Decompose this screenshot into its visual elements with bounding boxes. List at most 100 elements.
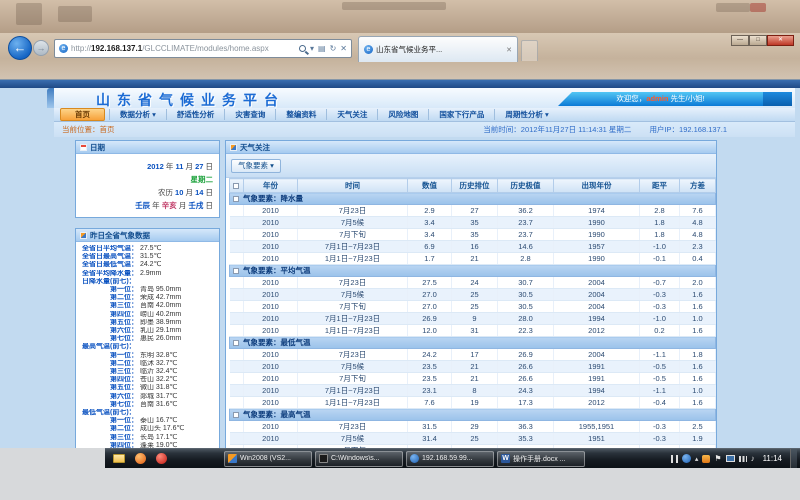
taskbar-button-cmd[interactable]: C:\Windows\s...	[315, 451, 403, 467]
taskbar[interactable]: Win2008 (VS2... C:\Windows\s... 192.168.59…	[105, 448, 800, 468]
show-desktop-button[interactable]	[790, 449, 797, 469]
nav-item[interactable]: 灾害查询	[224, 109, 275, 120]
table-row[interactable]: 20107月下旬23.52126.61991-0.51.6	[230, 373, 716, 385]
group-row[interactable]: 气象要素：降水量	[230, 193, 716, 205]
group-row[interactable]: 气象要素：平均气温	[230, 265, 716, 277]
row-gutter-cell	[230, 253, 244, 265]
desktop-icon-smudge	[58, 6, 92, 22]
taskbar-buttons: Win2008 (VS2... C:\Windows\s... 192.168.59…	[224, 451, 585, 467]
chevron-down-icon[interactable]: ▾	[310, 44, 314, 53]
weather-stat-label: 第五位：	[110, 384, 138, 391]
breadcrumb: 当前位置：首页	[62, 124, 115, 135]
group-row[interactable]: 气象要素：最高气温	[230, 409, 716, 421]
select-all-checkbox[interactable]	[233, 183, 239, 189]
taskbar-button-vm[interactable]: Win2008 (VS2...	[224, 451, 312, 467]
nav-item[interactable]: 风险地图	[377, 109, 428, 120]
minimize-button[interactable]: —	[731, 35, 749, 46]
taskbar-button-word[interactable]: W操作手册.docx ...	[497, 451, 585, 467]
table-row[interactable]: 20107月5候31.42535.31951-0.31.9	[230, 433, 716, 445]
group-checkbox[interactable]	[233, 268, 239, 274]
welcome-banner: 欢迎您，admin 先生/小姐!	[558, 92, 763, 106]
weather-stat-label: 第三位：	[110, 434, 138, 441]
caret-up-icon[interactable]: ▴	[695, 455, 699, 463]
nav-item[interactable]: 首页	[60, 108, 105, 121]
opera-icon[interactable]	[156, 453, 167, 464]
search-icon[interactable]	[299, 45, 306, 52]
nav-item[interactable]: 天气关注	[326, 109, 377, 120]
flash-icon[interactable]	[702, 455, 710, 463]
weather-stat-line: 第一位： 泰山 16.7℃	[80, 417, 217, 425]
nav-item[interactable]: 整编资料	[275, 109, 326, 120]
browser-tab[interactable]: e 山东省气候业务平... ✕	[358, 36, 518, 62]
group-row[interactable]: 气象要素：最低气温	[230, 337, 716, 349]
group-checkbox[interactable]	[233, 196, 239, 202]
taskbar-clock[interactable]: 11:14	[759, 454, 786, 463]
nav-item[interactable]: 数据分析 ▾	[109, 109, 166, 120]
refresh-icon[interactable]: ↻	[330, 44, 337, 53]
table-row[interactable]: 20107月23日24.21726.92004-1.11.8	[230, 349, 716, 361]
back-button[interactable]: ←	[8, 36, 32, 60]
table-cell: 1957	[554, 241, 640, 253]
element-filter-button[interactable]: 气象要素 ▾	[231, 159, 281, 173]
table-cell: 7月23日	[298, 349, 408, 361]
volume-icon[interactable]: ♪	[751, 454, 755, 463]
table-cell: 2010	[244, 229, 298, 241]
table-row[interactable]: 20107月1日~7月23日6.91614.61957-1.02.3	[230, 241, 716, 253]
table-row[interactable]: 20107月5候23.52126.61991-0.51.6	[230, 361, 716, 373]
table-cell: 0.2	[640, 325, 680, 337]
row-gutter-cell	[230, 313, 244, 325]
tab-close-icon[interactable]: ✕	[506, 46, 512, 54]
site-favicon: e	[59, 44, 68, 53]
table-header-row: 年份时间数值历史排位历史极值出现年份距平方差	[230, 179, 716, 193]
table-row[interactable]: 20101月1日~7月23日7.61917.32012-0.41.6	[230, 397, 716, 409]
row-gutter-cell	[230, 241, 244, 253]
nav-item[interactable]: 周期性分析 ▾	[494, 109, 558, 120]
table-row[interactable]: 20107月1日~7月23日23.1824.31994-1.11.0	[230, 385, 716, 397]
folder-icon[interactable]	[113, 454, 125, 463]
taskbar-button-label: Win2008 (VS2...	[240, 455, 291, 462]
taskbar-button-label: 192.168.59.99...	[422, 455, 473, 462]
network-icon[interactable]	[739, 456, 747, 462]
weather-stat-line: 第六位： 乳山 29.1mm	[80, 327, 217, 335]
group-checkbox[interactable]	[233, 412, 239, 418]
maximize-button[interactable]: □	[749, 35, 767, 46]
group-label: 气象要素：最高气温	[243, 410, 311, 419]
weather-stat-line: 第五位： 即墨 38.9mm	[80, 319, 217, 327]
table-row[interactable]: 20107月23日31.52936.31955,1951-0.32.5	[230, 421, 716, 433]
table-cell: 7.6	[408, 397, 452, 409]
table-row[interactable]: 20107月下旬3.43523.719901.84.8	[230, 229, 716, 241]
group-cell: 气象要素：最高气温	[230, 409, 716, 421]
quick-launch	[108, 453, 172, 464]
forward-button[interactable]: →	[33, 40, 49, 56]
table-row[interactable]: 20107月5候27.02530.52004-0.31.6	[230, 289, 716, 301]
table-row[interactable]: 20107月1日~7月23日26.9928.01994-1.01.0	[230, 313, 716, 325]
table-row[interactable]: 20101月1日~7月23日1.7212.81990-0.10.4	[230, 253, 716, 265]
new-tab-button[interactable]	[521, 40, 538, 61]
table-cell: 2010	[244, 313, 298, 325]
stop-icon[interactable]: ✕	[340, 44, 347, 53]
table-row[interactable]: 20107月下旬27.02530.52004-0.31.6	[230, 301, 716, 313]
table-row[interactable]: 20101月1日~7月23日12.03122.320120.21.6	[230, 325, 716, 337]
weather-stat-label: 第一位：	[110, 286, 138, 293]
table-row[interactable]: 20107月23日2.92736.219742.87.6	[230, 205, 716, 217]
ime-icon[interactable]	[671, 455, 678, 463]
close-button[interactable]: ✕	[767, 35, 794, 46]
safety-icon[interactable]	[682, 454, 691, 463]
table-cell: 2004	[554, 277, 640, 289]
address-bar[interactable]: e http://192.168.137.1/GLCCLIMATE/module…	[54, 39, 352, 58]
nav-item[interactable]: 国家下行产品	[428, 109, 494, 120]
compatibility-view-icon[interactable]: ▤	[318, 44, 326, 53]
table-row[interactable]: 20107月23日27.52430.72004-0.72.0	[230, 277, 716, 289]
table-cell: 7月1日~7月23日	[298, 385, 408, 397]
table-row[interactable]: 20107月5候3.43523.719901.84.8	[230, 217, 716, 229]
breadcrumb-current[interactable]: 首页	[100, 125, 115, 134]
flag-icon[interactable]: ⚑	[714, 454, 721, 463]
calendar-line: 2012 年 11 月 27 日	[76, 160, 213, 173]
table-cell: 2010	[244, 397, 298, 409]
group-checkbox[interactable]	[233, 340, 239, 346]
monitor-icon[interactable]	[726, 455, 735, 462]
firefox-icon[interactable]	[135, 453, 146, 464]
table-cell: -1.1	[640, 349, 680, 361]
nav-item[interactable]: 舒适性分析	[166, 109, 225, 120]
taskbar-button-rdp[interactable]: 192.168.59.99...	[406, 451, 494, 467]
